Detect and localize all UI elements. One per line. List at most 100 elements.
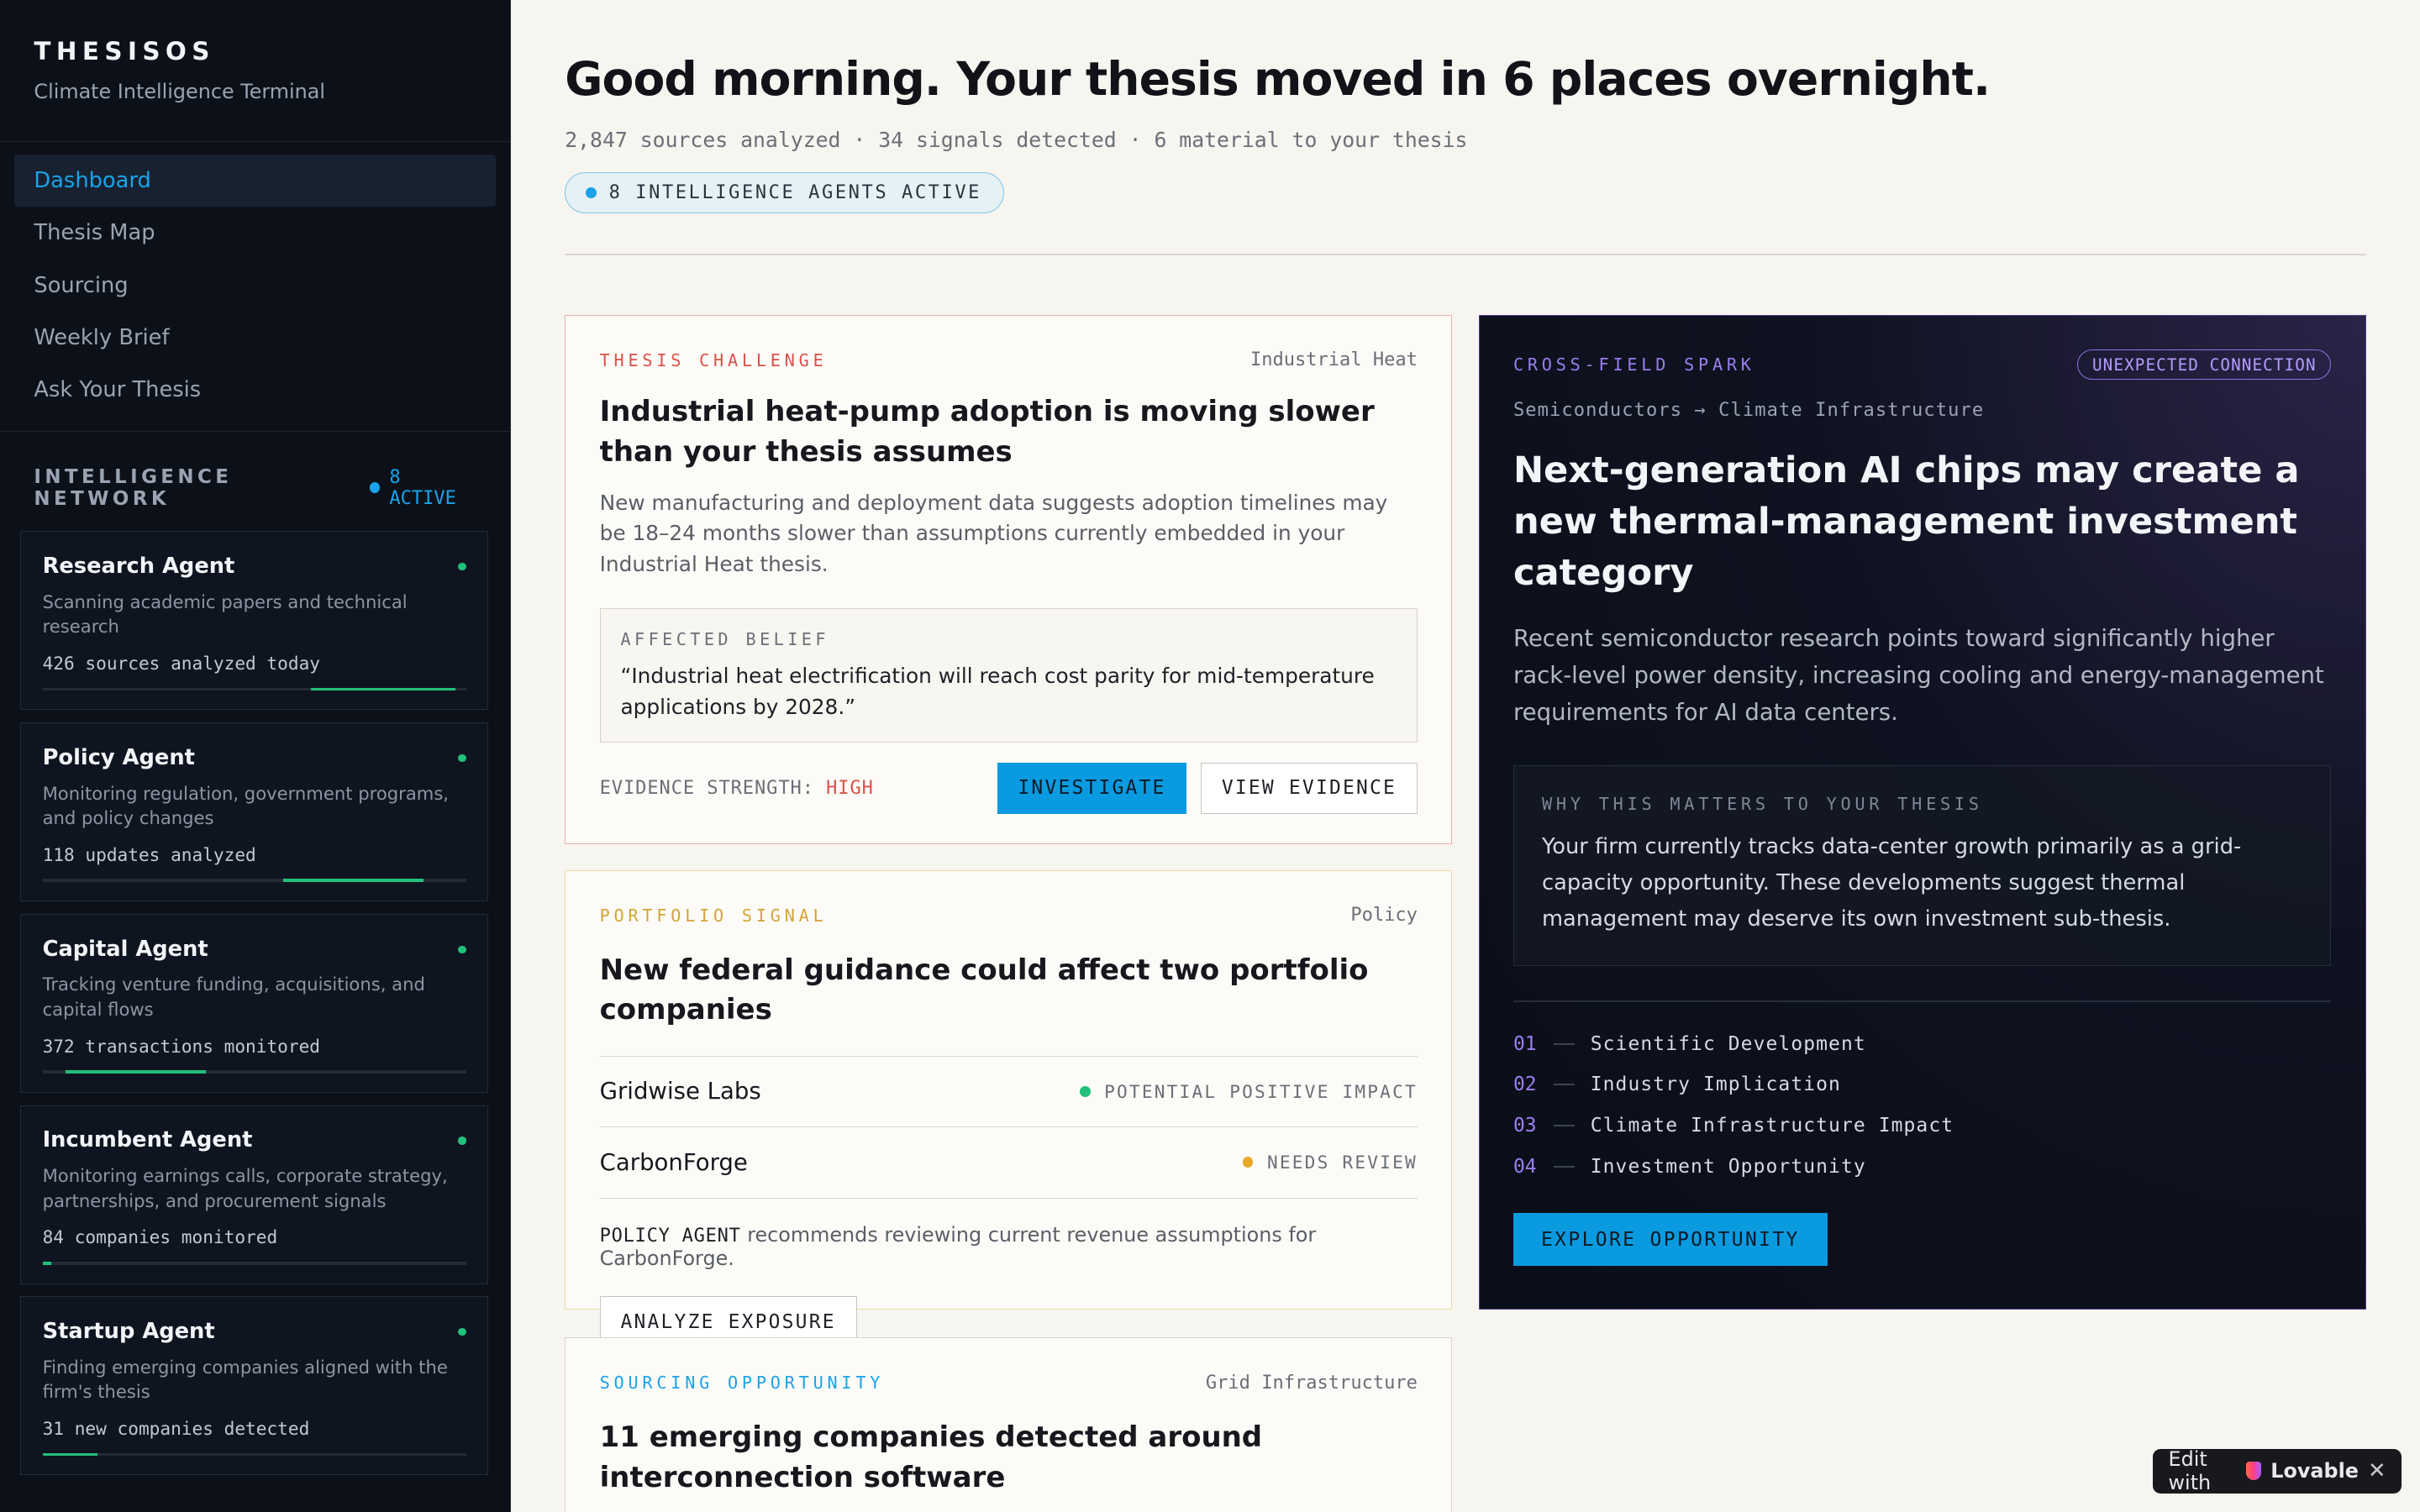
spark-step: 03 Climate Infrastructure Impact: [1513, 1105, 2331, 1147]
agent-progress-fill: [283, 879, 424, 883]
agent-name: Research Agent: [42, 554, 235, 580]
network-title: INTELLIGENCE NETWORK: [34, 465, 233, 510]
agent-status-dot-icon: [458, 563, 466, 571]
card-body: New manufacturing and deployment data su…: [599, 490, 1388, 577]
agent-card[interactable]: Incumbent Agent Monitoring earnings calls…: [19, 1105, 489, 1284]
agent-progress-bar: [42, 1261, 466, 1265]
agent-status-dot-icon: [458, 945, 466, 953]
agent-card[interactable]: Startup Agent Finding emerging companies …: [19, 1296, 489, 1476]
step-number: 02: [1512, 1074, 1537, 1096]
agent-status-dot-icon: [458, 1328, 466, 1336]
spark-body: Recent semiconductor research points tow…: [1512, 624, 2324, 727]
cross-field-spark-card: CROSS-FIELD SPARK UNEXPECTED CONNECTION …: [1478, 314, 2366, 1310]
step-connector: [1553, 1042, 1576, 1045]
brand-tagline: Climate Intelligence Terminal: [34, 79, 326, 103]
portfolio-signal-card: PORTFOLIO SIGNAL Policy New federal guid…: [565, 869, 1453, 1348]
step-label: Industry Implication: [1590, 1074, 1841, 1096]
nav-item-sourcing[interactable]: Sourcing: [14, 260, 497, 312]
agent-description: Monitoring regulation, government progra…: [42, 782, 450, 829]
sidebar: THESISOS Climate Intelligence Terminal D…: [0, 0, 511, 1512]
agent-description: Tracking venture funding, acquisitions, …: [42, 974, 425, 1020]
agent-description: Finding emerging companies aligned with …: [42, 1356, 448, 1403]
why-this-matters-box: WHY THIS MATTERS TO YOUR THESIS Your fir…: [1512, 764, 2332, 967]
agent-progress-bar: [42, 1070, 466, 1074]
company-row[interactable]: CarbonForge NEEDS REVIEW: [599, 1126, 1418, 1197]
spark-step: 02 Industry Implication: [1513, 1064, 2331, 1105]
badge-brand: Lovable: [2270, 1459, 2359, 1483]
agent-description: Scanning academic papers and technical r…: [42, 591, 408, 638]
spark-step: 01 Scientific Development: [1513, 1023, 2331, 1064]
belief-label: AFFECTED BELIEF: [620, 628, 829, 649]
card-tag: SOURCING OPPORTUNITY: [599, 1373, 885, 1394]
nav-item-ask-your-thesis[interactable]: Ask Your Thesis: [14, 364, 497, 416]
agent-stat: 426 sources analyzed today: [42, 653, 321, 675]
brand-name[interactable]: THESISOS: [34, 37, 476, 66]
agent-card[interactable]: Capital Agent Tracking venture funding, a…: [19, 913, 489, 1093]
agent-status-dot-icon: [458, 753, 466, 763]
pill-label: 8 INTELLIGENCE AGENTS ACTIVE: [608, 182, 982, 204]
page-subtitle: 2,847 sources analyzed · 34 signals dete…: [565, 128, 1468, 153]
main-content: Good morning. Your thesis moved in 6 pla…: [565, 0, 2366, 1512]
status-dot-icon: [586, 187, 597, 198]
agent-stat: 31 new companies detected: [42, 1418, 310, 1440]
agent-name: Incumbent Agent: [42, 1127, 253, 1153]
spark-divider: [1512, 1000, 2332, 1002]
edit-with-lovable-badge[interactable]: Edit with Lovable ✕: [2153, 1447, 2402, 1495]
lovable-heart-icon: [2245, 1462, 2262, 1481]
company-status: POTENTIAL POSITIVE IMPACT: [1079, 1080, 1418, 1102]
agent-progress-fill: [66, 1070, 206, 1074]
step-number: 01: [1512, 1032, 1537, 1055]
agent-card[interactable]: Policy Agent Monitoring regulation, gover…: [19, 722, 489, 902]
page-title: Good morning. Your thesis moved in 6 pla…: [565, 52, 1991, 107]
status-dot-icon: [1079, 1085, 1091, 1097]
spark-steps: 01 Scientific Development 02 Industry Impl…: [1513, 1023, 2331, 1187]
step-connector: [1553, 1084, 1576, 1086]
evidence-strength: EVIDENCE STRENGTH: HIGH: [600, 778, 874, 799]
sourcing-opportunity-card: SOURCING OPPORTUNITY Grid Infrastructure…: [565, 1337, 1453, 1512]
agent-name: Capital Agent: [42, 936, 208, 962]
card-topic: Policy: [1350, 905, 1418, 927]
card-tag: THESIS CHALLENGE: [599, 349, 828, 370]
card-title: 11 emerging companies detected around in…: [599, 1420, 1263, 1494]
step-label: Scientific Development: [1590, 1032, 1866, 1055]
status-label: POTENTIAL POSITIVE IMPACT: [1104, 1080, 1418, 1102]
company-list: Gridwise Labs POTENTIAL POSITIVE IMPACT …: [599, 1055, 1418, 1198]
investigate-button[interactable]: INVESTIGATE: [997, 762, 1187, 814]
nav-item-weekly-brief[interactable]: Weekly Brief: [14, 312, 497, 364]
card-topic: Industrial Heat: [1249, 349, 1418, 371]
explore-opportunity-button[interactable]: EXPLORE OPPORTUNITY: [1512, 1213, 1828, 1266]
agent-card[interactable]: Research Agent Scanning academic papers a…: [19, 531, 489, 711]
why-label: WHY THIS MATTERS TO YOUR THESIS: [1541, 793, 1983, 814]
step-number: 04: [1512, 1155, 1537, 1178]
nav-item-dashboard[interactable]: Dashboard: [13, 154, 497, 207]
agent-progress-bar: [42, 687, 466, 691]
evidence-label: EVIDENCE STRENGTH:: [599, 777, 814, 799]
recommendation-agent: POLICY AGENT: [599, 1225, 741, 1247]
agent-stat: 372 transactions monitored: [42, 1035, 321, 1057]
view-evidence-button[interactable]: VIEW EVIDENCE: [1200, 762, 1418, 814]
agent-name: Policy Agent: [42, 744, 195, 770]
badge-prefix: Edit with: [2168, 1447, 2212, 1495]
company-name: Gridwise Labs: [599, 1078, 761, 1105]
agent-description: Monitoring earnings calls, corporate str…: [42, 1165, 448, 1211]
agent-stat: 118 updates analyzed: [42, 843, 256, 865]
company-row[interactable]: Gridwise Labs POTENTIAL POSITIVE IMPACT: [599, 1055, 1418, 1126]
step-number: 03: [1512, 1115, 1537, 1137]
status-dot-icon: [1242, 1157, 1254, 1168]
agents-active-pill[interactable]: 8 INTELLIGENCE AGENTS ACTIVE: [565, 172, 1004, 214]
company-name: CarbonForge: [599, 1148, 748, 1176]
agent-status-dot-icon: [458, 1137, 466, 1145]
card-tag: CROSS-FIELD SPARK: [1512, 354, 1755, 375]
evidence-value: HIGH: [826, 777, 874, 799]
agent-progress-bar: [42, 1452, 466, 1457]
belief-text: “Industrial heat electrification will re…: [620, 664, 1375, 720]
nav-item-thesis-map[interactable]: Thesis Map: [14, 207, 497, 259]
unexpected-connection-badge: UNEXPECTED CONNECTION: [2077, 349, 2332, 381]
spark-path: Semiconductors → Climate Infrastructure: [1512, 399, 1985, 421]
header-divider: [565, 253, 2366, 255]
close-icon[interactable]: ✕: [2368, 1458, 2386, 1483]
card-title: Industrial heat-pump adoption is moving …: [599, 394, 1375, 469]
agent-progress-fill: [311, 687, 455, 691]
brand: THESISOS Climate Intelligence Terminal: [0, 0, 510, 142]
card-topic: Grid Infrastructure: [1205, 1372, 1418, 1394]
